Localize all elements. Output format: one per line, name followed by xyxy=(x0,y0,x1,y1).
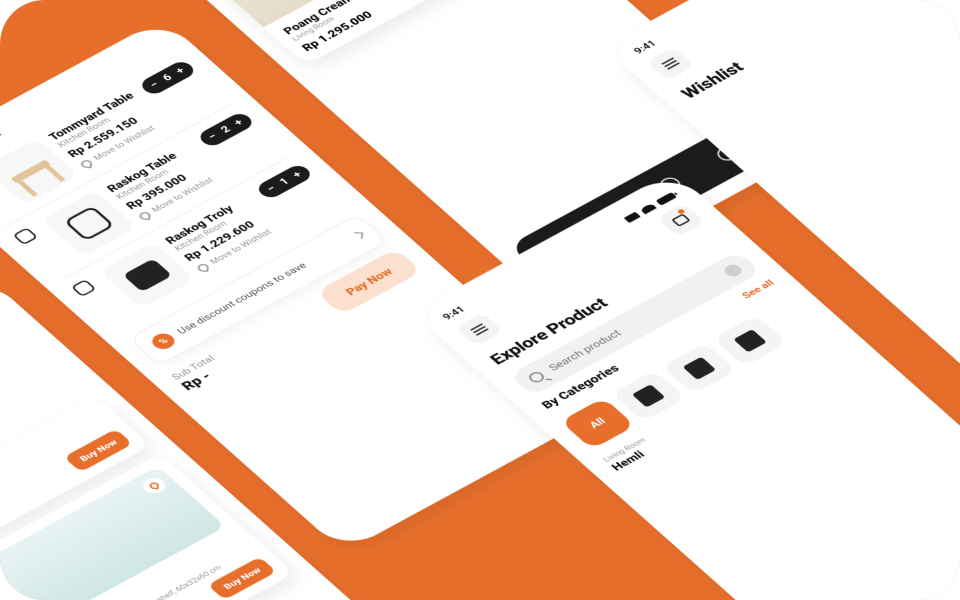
checkbox[interactable] xyxy=(12,227,38,245)
minus-icon[interactable]: − xyxy=(264,183,279,194)
plus-icon[interactable]: + xyxy=(173,65,188,76)
table-icon xyxy=(682,357,716,380)
quantity-value: 1 xyxy=(277,176,292,187)
chair-icon xyxy=(632,384,666,407)
heart-icon xyxy=(149,482,159,489)
wishlist-icon[interactable] xyxy=(659,177,682,193)
heart-icon xyxy=(197,263,209,272)
sofa-icon xyxy=(733,329,767,352)
checkbox[interactable] xyxy=(71,279,97,297)
minus-icon[interactable]: − xyxy=(147,79,162,90)
category-chip[interactable] xyxy=(611,370,686,422)
plus-icon[interactable]: + xyxy=(231,117,246,128)
minus-icon[interactable]: − xyxy=(206,131,221,142)
quantity-value: 6 xyxy=(160,72,175,83)
pay-now-button[interactable]: Pay Now xyxy=(316,248,422,315)
cart-icon xyxy=(671,213,691,226)
quantity-stepper[interactable]: − 6 + xyxy=(137,59,198,97)
quantity-value: 2 xyxy=(218,124,233,135)
see-all-link[interactable]: See all xyxy=(740,278,777,301)
wishlist-toggle[interactable] xyxy=(139,475,170,497)
menu-icon xyxy=(664,60,677,67)
heart-icon xyxy=(80,159,92,168)
plus-icon[interactable]: + xyxy=(290,169,305,180)
mic-icon[interactable] xyxy=(721,263,744,279)
percent-icon: % xyxy=(148,331,179,353)
cart-badge xyxy=(677,208,686,214)
heart-icon xyxy=(138,211,150,220)
chevron-right-icon xyxy=(353,232,363,239)
